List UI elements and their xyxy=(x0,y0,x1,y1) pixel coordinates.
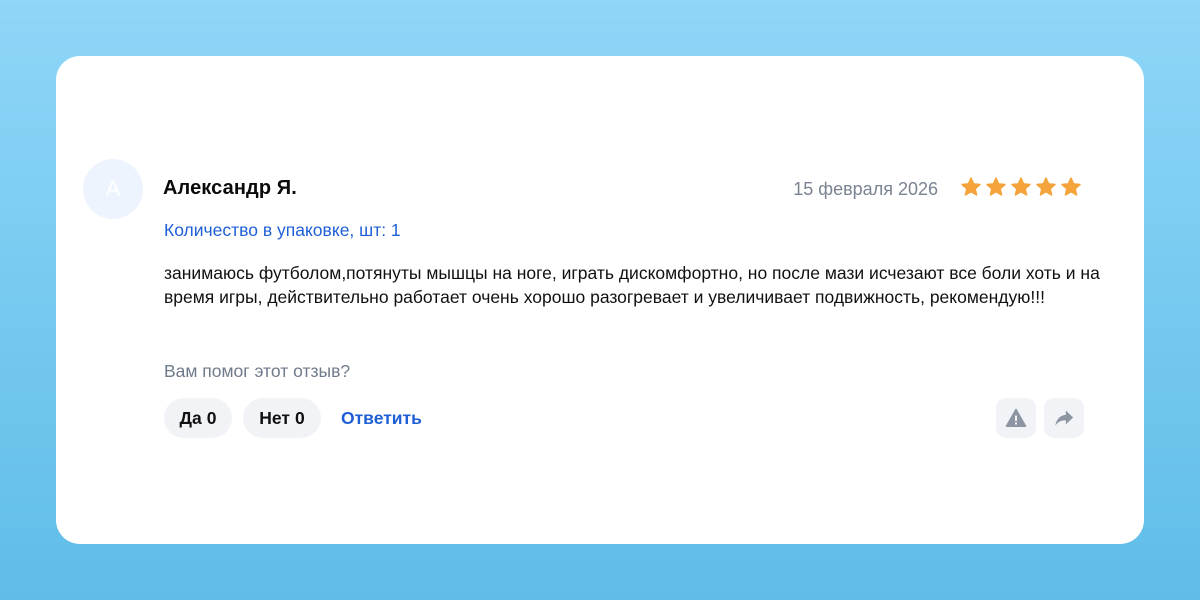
helpful-no-label: Нет xyxy=(259,407,290,428)
review-text: занимаюсь футболом,потянуты мышцы на ног… xyxy=(164,263,1100,307)
helpful-yes-button[interactable]: Да 0 xyxy=(164,398,232,438)
rating-stars xyxy=(960,176,1082,198)
review-card: А Александр Я. 15 февраля 2026 Количеств… xyxy=(56,56,1144,544)
warning-icon xyxy=(1005,408,1027,427)
helpful-no-count: 0 xyxy=(294,407,305,428)
star-icon xyxy=(1036,177,1056,196)
helpful-no-button[interactable]: Нет 0 xyxy=(243,398,321,438)
share-button[interactable] xyxy=(1044,398,1084,438)
share-arrow-icon xyxy=(1055,410,1074,426)
report-button[interactable] xyxy=(996,398,1036,438)
star-icon xyxy=(986,177,1006,196)
star-icon xyxy=(1011,177,1031,196)
avatar: А xyxy=(83,159,143,219)
variant-info: Количество в упаковке, шт: 1 xyxy=(164,220,401,240)
avatar-letter: А xyxy=(105,176,121,201)
reply-link[interactable]: Ответить xyxy=(341,408,422,429)
star-icon xyxy=(1061,177,1081,196)
helpful-question: Вам помог этот отзыв? xyxy=(164,361,351,381)
helpful-yes-count: 0 xyxy=(206,407,217,428)
star-icon xyxy=(961,177,981,196)
review-date: 15 февраля 2026 xyxy=(793,179,938,199)
author-name: Александр Я. xyxy=(163,177,297,199)
helpful-yes-label: Да xyxy=(179,407,202,428)
